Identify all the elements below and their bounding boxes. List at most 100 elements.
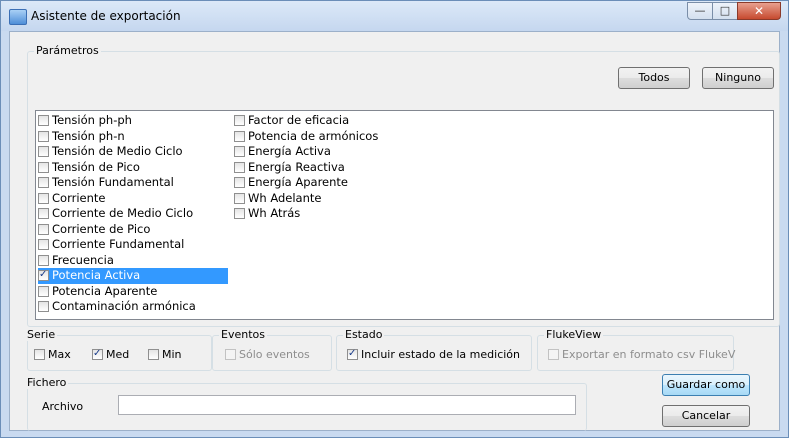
window-title: Asistente de exportación	[31, 9, 181, 23]
parametro-label: Tensión ph-ph	[52, 113, 132, 127]
parametro-label: Corriente de Medio Ciclo	[52, 206, 194, 220]
parametro-label: Wh Atrás	[248, 206, 301, 220]
maximize-icon: □	[719, 4, 731, 17]
parametro-item[interactable]: Energía Aparente	[234, 175, 424, 191]
solo-eventos-item[interactable]: Sólo eventos	[225, 348, 310, 361]
parametros-group: Parámetros Todos Ninguno Tensión ph-ph Te…	[27, 44, 780, 327]
incluir-estado-label: Incluir estado de la medición	[361, 348, 520, 361]
parametro-checkbox[interactable]	[234, 115, 245, 126]
parametro-label: Wh Adelante	[248, 190, 322, 205]
parametro-checkbox[interactable]	[38, 177, 49, 188]
parametro-item[interactable]: Factor de eficacia	[234, 113, 424, 129]
parametro-checkbox[interactable]	[38, 223, 49, 235]
exportar-flukeview-checkbox[interactable]	[548, 349, 559, 360]
parametros-checklist[interactable]: Tensión ph-ph Tensión ph-n Tensión de Medi…	[35, 110, 774, 320]
parametro-checkbox[interactable]	[234, 146, 245, 157]
flukeview-legend: FlukeView	[544, 328, 604, 341]
min-checkbox[interactable]	[148, 349, 159, 360]
parametro-item[interactable]: Wh Adelante	[234, 191, 424, 207]
guardar-como-button[interactable]: Guardar como	[662, 374, 750, 396]
max-checkbox[interactable]	[34, 349, 45, 360]
parametro-label: Tensión ph-n	[52, 128, 125, 143]
parametro-checkbox[interactable]	[234, 161, 245, 173]
parametro-label: Corriente	[52, 190, 106, 205]
eventos-legend: Eventos	[219, 328, 267, 341]
parametro-item[interactable]: Corriente Fundamental	[38, 237, 228, 253]
parametro-item[interactable]: Tensión ph-n	[38, 129, 228, 145]
ninguno-button[interactable]: Ninguno	[702, 67, 774, 89]
parametro-label: Energía Aparente	[248, 175, 348, 189]
eventos-group: Eventos Sólo eventos	[212, 328, 332, 371]
parametro-item[interactable]: Corriente de Medio Ciclo	[38, 206, 228, 222]
parametro-item[interactable]: Tensión Fundamental	[38, 175, 228, 191]
parametro-checkbox[interactable]	[234, 208, 245, 219]
parametro-item[interactable]: Energía Activa	[234, 144, 424, 160]
incluir-estado-checkbox[interactable]	[347, 349, 358, 360]
parametro-item[interactable]: Potencia Activa	[38, 268, 228, 284]
parametro-item[interactable]: Frecuencia	[38, 253, 228, 269]
archivo-label: Archivo	[42, 400, 84, 413]
solo-eventos-label: Sólo eventos	[239, 348, 310, 361]
parametro-item[interactable]: Corriente	[38, 191, 228, 207]
solo-eventos-checkbox[interactable]	[225, 349, 236, 360]
parametro-checkbox[interactable]	[38, 208, 49, 219]
parametros-column-1: Tensión ph-ph Tensión ph-n Tensión de Medi…	[38, 113, 228, 315]
parametro-checkbox[interactable]	[234, 177, 245, 188]
todos-button[interactable]: Todos	[618, 67, 690, 89]
parametro-checkbox[interactable]	[38, 239, 49, 250]
exportar-flukeview-item[interactable]: Exportar en formato csv FlukeV	[548, 348, 735, 361]
parametro-checkbox[interactable]	[38, 301, 49, 312]
parametro-checkbox[interactable]	[38, 270, 49, 281]
parametro-item[interactable]: Tensión de Medio Ciclo	[38, 144, 228, 160]
dialog-client-area: Parámetros Todos Ninguno Tensión ph-ph Te…	[9, 31, 780, 431]
parametro-label: Frecuencia	[52, 252, 114, 267]
parametro-label: Tensión de Medio Ciclo	[52, 144, 183, 158]
parametro-checkbox[interactable]	[234, 192, 245, 204]
parametro-label: Energía Activa	[248, 144, 331, 158]
estado-legend: Estado	[343, 328, 385, 341]
parametro-checkbox[interactable]	[38, 161, 49, 173]
parametro-checkbox[interactable]	[38, 192, 49, 204]
min-checkbox-item[interactable]: Min	[148, 348, 182, 361]
archivo-input[interactable]	[118, 395, 576, 415]
med-label: Med	[106, 348, 130, 361]
parametro-item[interactable]: Contaminación armónica	[38, 299, 228, 315]
parametro-checkbox[interactable]	[234, 130, 245, 142]
parametro-label: Tensión de Pico	[52, 159, 140, 174]
parametro-label: Energía Reactiva	[248, 159, 345, 174]
parametro-item[interactable]: Wh Atrás	[234, 206, 424, 222]
minimize-icon: —	[694, 4, 706, 17]
parametro-checkbox[interactable]	[38, 254, 49, 266]
parametro-checkbox[interactable]	[38, 115, 49, 126]
cancelar-button[interactable]: Cancelar	[662, 405, 750, 427]
parametro-item[interactable]: Corriente de Pico	[38, 222, 228, 238]
serie-legend: Serie	[25, 328, 58, 341]
parametro-label: Tensión Fundamental	[52, 175, 174, 189]
close-icon: ✕	[753, 4, 765, 18]
parametro-checkbox[interactable]	[38, 285, 49, 297]
minimize-button[interactable]: —	[687, 2, 713, 20]
title-bar[interactable]: Asistente de exportación — □ ✕	[1, 1, 788, 31]
parametro-checkbox[interactable]	[38, 146, 49, 157]
med-checkbox[interactable]	[92, 349, 103, 360]
maximize-button[interactable]: □	[712, 2, 738, 20]
min-label: Min	[162, 348, 182, 361]
med-checkbox-item[interactable]: Med	[92, 348, 129, 361]
parametro-item[interactable]: Energía Reactiva	[234, 160, 424, 176]
parametro-label: Potencia Activa	[52, 268, 141, 282]
max-label: Max	[48, 348, 71, 361]
max-checkbox-item[interactable]: Max	[34, 348, 71, 361]
parametro-label: Corriente de Pico	[52, 221, 151, 236]
incluir-estado-item[interactable]: Incluir estado de la medición	[347, 348, 520, 361]
parametro-checkbox[interactable]	[38, 130, 49, 142]
app-icon	[9, 9, 27, 25]
window-controls: — □ ✕	[687, 2, 781, 20]
serie-group: Serie Max Med Min	[25, 328, 212, 371]
parametro-item[interactable]: Tensión de Pico	[38, 160, 228, 176]
close-button[interactable]: ✕	[737, 2, 781, 20]
parametro-item[interactable]: Potencia Aparente	[38, 284, 228, 300]
parametro-item[interactable]: Potencia de armónicos	[234, 129, 424, 145]
parametro-label: Potencia Aparente	[52, 283, 158, 298]
parametro-item[interactable]: Tensión ph-ph	[38, 113, 228, 129]
exportar-flukeview-label: Exportar en formato csv FlukeV	[562, 348, 736, 361]
